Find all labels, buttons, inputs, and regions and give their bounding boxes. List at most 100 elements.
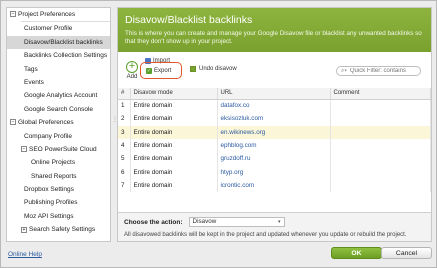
sidebar-item-label: Google Search Console — [24, 105, 94, 113]
cell-comment[interactable] — [330, 112, 431, 126]
sidebar-item-label: Online Projects — [31, 159, 76, 167]
cell-comment[interactable] — [330, 99, 431, 113]
preferences-dialog: − Project Preferences Customer Profile Di… — [0, 0, 437, 268]
tree-project-preferences[interactable]: − Project Preferences — [7, 8, 110, 21]
sidebar-item-shared-reports[interactable]: Shared Reports — [7, 170, 110, 183]
sidebar-item-label: Events — [24, 78, 44, 86]
backlinks-table: # Disavow mode URL Comment 1 Entire doma… — [118, 88, 431, 193]
sidebar-item-label: Google Analytics Account — [24, 92, 98, 100]
table-row[interactable]: 6 Entire domain htyp.org — [118, 165, 431, 179]
page-description: This is where you can create and manage … — [125, 30, 422, 45]
cell-comment[interactable] — [330, 152, 431, 166]
search-icon: ⌕▾ — [341, 67, 347, 74]
column-header-mode[interactable]: Disavow mode — [130, 88, 218, 100]
cell-number: 7 — [118, 178, 131, 193]
undo-disavow-checkbox[interactable]: Undo disavow — [190, 66, 237, 72]
sidebar-item-label: Tags — [24, 65, 38, 73]
table-row[interactable]: 2 Entire domain eksisozluk.com — [118, 112, 431, 126]
cell-url: en.wikinews.org — [217, 125, 331, 139]
action-note: All disavowed backlinks will be kept in … — [124, 232, 407, 238]
sidebar-item-search-safety[interactable]: + Search Safety Settings — [7, 223, 110, 236]
sidebar-item-seo-powersuite-cloud[interactable]: − SEO PowerSuite Cloud — [7, 143, 110, 156]
column-header-comment[interactable]: Comment — [330, 88, 431, 100]
cell-number: 2 — [118, 112, 131, 126]
grip-icon: ⋮ — [112, 117, 118, 123]
ok-button[interactable]: OK — [331, 247, 382, 259]
cell-url: gruzdoff.ru — [217, 152, 331, 166]
sidebar-item-label: Company Profile — [24, 132, 73, 140]
cell-mode: Entire domain — [130, 112, 218, 126]
table-row[interactable]: 1 Entire domain datafox.co — [118, 99, 431, 113]
sidebar-item-publishing-profiles[interactable]: Publishing Profiles — [7, 196, 110, 209]
sidebar-item-events[interactable]: Events — [7, 76, 110, 89]
chevron-down-icon: ▾ — [278, 219, 281, 225]
sidebar-item-label: Shared Reports — [31, 172, 77, 180]
toolbar: + Add Import ✓ Export Undo disavow ⌕▾ — [118, 52, 431, 88]
cell-comment[interactable] — [330, 138, 431, 153]
cell-url: icrontic.com — [217, 178, 331, 193]
sidebar-item-label: SEO PowerSuite Cloud — [29, 145, 97, 153]
cell-comment[interactable] — [330, 165, 431, 179]
sidebar-item-label: Publishing Profiles — [24, 199, 78, 207]
tree-global-preferences[interactable]: − Global Preferences — [7, 116, 110, 129]
cell-comment[interactable] — [330, 125, 431, 139]
cell-url: datafox.co — [217, 99, 331, 113]
cancel-button[interactable]: Cancel — [381, 247, 432, 259]
sidebar-item-disavow[interactable]: Disavow/Blacklist backlinks — [7, 35, 110, 50]
cell-number: 6 — [118, 165, 131, 179]
table-row-selected[interactable]: 3 Entire domain en.wikinews.org — [118, 125, 431, 139]
cell-mode: Entire domain — [130, 165, 218, 179]
checkbox-box[interactable] — [190, 66, 196, 72]
action-select[interactable]: Disavow ▾ — [188, 217, 285, 227]
table-header-row: # Disavow mode URL Comment — [118, 88, 431, 100]
table-row[interactable]: 5 Entire domain gruzdoff.ru — [118, 152, 431, 166]
sidebar-item-customer-profile[interactable]: Customer Profile — [7, 22, 110, 35]
sidebar-item-label: Customer Profile — [24, 25, 73, 33]
sidebar-item-company-profile[interactable]: Company Profile — [7, 130, 110, 143]
export-button[interactable]: ✓ Export — [144, 66, 173, 76]
cell-url: ephblog.com — [217, 138, 331, 153]
cell-mode: Entire domain — [130, 152, 218, 166]
page-title: Disavow/Blacklist backlinks — [125, 14, 253, 26]
cell-comment[interactable] — [330, 178, 431, 193]
sidebar-item-backlinks-collection[interactable]: Backlinks Collection Settings — [7, 49, 110, 62]
sidebar-item-tags[interactable]: Tags — [7, 63, 110, 76]
online-help-link[interactable]: Online Help — [8, 251, 42, 258]
sidebar-item-label: Disavow/Blacklist backlinks — [24, 38, 103, 46]
sidebar-item-online-projects[interactable]: Online Projects — [7, 156, 110, 169]
action-label: Choose the action: — [124, 218, 183, 226]
table-row[interactable]: 7 Entire domain icrontic.com — [118, 178, 431, 193]
plus-icon: + — [126, 61, 138, 73]
undo-label: Undo disavow — [199, 66, 237, 72]
table-row[interactable]: 4 Entire domain ephblog.com — [118, 138, 431, 153]
column-header-number[interactable]: # — [118, 88, 131, 100]
collapse-icon[interactable]: − — [21, 146, 27, 153]
sidebar-item-dropbox[interactable]: Dropbox Settings — [7, 183, 110, 196]
cell-mode: Entire domain — [130, 178, 218, 193]
cell-mode: Entire domain — [130, 99, 218, 113]
sidebar-item-google-search-console[interactable]: Google Search Console — [7, 103, 110, 116]
cell-number: 3 — [118, 125, 131, 139]
quick-filter-input[interactable] — [349, 68, 418, 74]
quick-filter[interactable]: ⌕▾ — [336, 66, 421, 76]
collapse-icon[interactable]: − — [10, 119, 16, 126]
action-select-value: Disavow — [192, 218, 217, 225]
sidebar-item-moz-api[interactable]: Moz API Settings — [7, 210, 110, 223]
collapse-icon[interactable]: − — [10, 11, 16, 18]
add-button[interactable]: + Add — [124, 61, 140, 80]
action-bar: Choose the action: Disavow ▾ All disavow… — [118, 212, 431, 241]
export-label: Export — [154, 68, 172, 74]
expand-icon[interactable]: + — [21, 226, 27, 233]
sidebar-item-label: Backlinks Collection Settings — [24, 52, 108, 60]
column-header-url[interactable]: URL — [217, 88, 331, 100]
cell-url: htyp.org — [217, 165, 331, 179]
cell-url: eksisozluk.com — [217, 112, 331, 126]
sidebar-item-google-analytics[interactable]: Google Analytics Account — [7, 89, 110, 102]
cell-number: 4 — [118, 138, 131, 153]
sidebar-item-label: Search Safety Settings — [29, 226, 96, 234]
preferences-sidebar[interactable]: − Project Preferences Customer Profile Di… — [6, 7, 111, 242]
tree-group-label: Global Preferences — [18, 119, 74, 127]
section-header: Disavow/Blacklist backlinks This is wher… — [118, 8, 431, 52]
sidebar-item-label: Dropbox Settings — [24, 186, 74, 194]
cell-number: 5 — [118, 152, 131, 166]
